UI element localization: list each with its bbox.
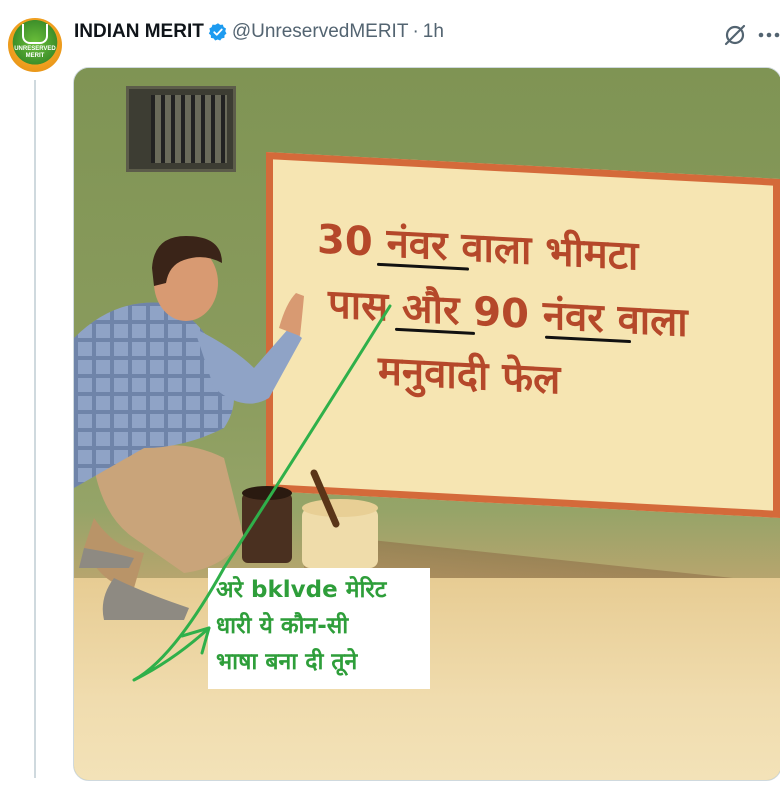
tweet-media-image[interactable]: 30 नंवर वाला भीमटा पास और 90 नंवर वाला म… [73, 67, 780, 781]
avatar-text: UNRESERVED MERIT [14, 46, 56, 59]
grok-icon[interactable] [722, 22, 748, 48]
timestamp[interactable]: 1h [423, 21, 444, 43]
avatar-emblem-icon [22, 24, 48, 44]
more-icon[interactable] [756, 22, 780, 48]
verified-badge-icon[interactable] [208, 22, 228, 42]
annotation-arrow [132, 304, 392, 682]
separator-dot: · [412, 21, 419, 42]
tweet-header: INDIAN MERIT @UnreservedMERIT · 1h [74, 20, 444, 44]
display-name[interactable]: INDIAN MERIT [74, 21, 204, 43]
avatar[interactable]: UNRESERVED MERIT [8, 18, 62, 72]
thread-line [34, 80, 36, 778]
user-handle[interactable]: @UnreservedMERIT [232, 21, 409, 43]
